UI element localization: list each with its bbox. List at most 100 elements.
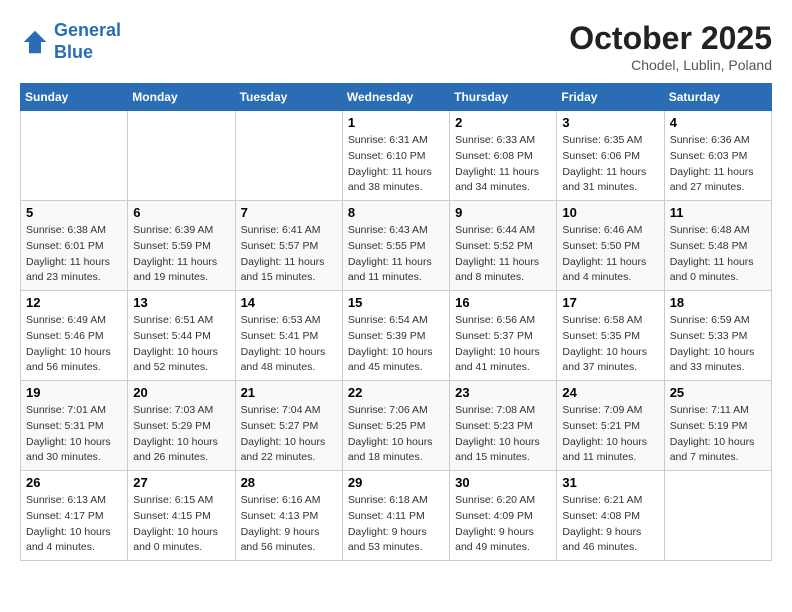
day-number: 24	[562, 385, 658, 400]
day-cell-11: 11 Sunrise: 6:48 AMSunset: 5:48 PMDayligh…	[664, 201, 771, 291]
day-cell-4: 4 Sunrise: 6:36 AMSunset: 6:03 PMDaylight…	[664, 111, 771, 201]
day-number: 30	[455, 475, 551, 490]
week-row-2: 5 Sunrise: 6:38 AMSunset: 6:01 PMDaylight…	[21, 201, 772, 291]
week-row-1: 1 Sunrise: 6:31 AMSunset: 6:10 PMDaylight…	[21, 111, 772, 201]
month-title: October 2025	[569, 20, 772, 57]
day-info: Sunrise: 6:58 AMSunset: 5:35 PMDaylight:…	[562, 313, 658, 376]
day-info: Sunrise: 6:49 AMSunset: 5:46 PMDaylight:…	[26, 313, 122, 376]
day-info: Sunrise: 7:03 AMSunset: 5:29 PMDaylight:…	[133, 403, 229, 466]
day-info: Sunrise: 6:15 AMSunset: 4:15 PMDaylight:…	[133, 493, 229, 556]
day-number: 2	[455, 115, 551, 130]
weekday-header-thursday: Thursday	[450, 84, 557, 111]
day-info: Sunrise: 7:06 AMSunset: 5:25 PMDaylight:…	[348, 403, 444, 466]
day-number: 3	[562, 115, 658, 130]
day-info: Sunrise: 6:48 AMSunset: 5:48 PMDaylight:…	[670, 223, 766, 286]
day-cell-21: 21Sunrise: 7:04 AMSunset: 5:27 PMDayligh…	[235, 381, 342, 471]
day-cell-15: 15 Sunrise: 6:54 AMSunset: 5:39 PMDayligh…	[342, 291, 449, 381]
day-cell-3: 3 Sunrise: 6:35 AMSunset: 6:06 PMDaylight…	[557, 111, 664, 201]
day-number: 28	[241, 475, 337, 490]
day-info: Sunrise: 6:33 AMSunset: 6:08 PMDaylight:…	[455, 133, 551, 196]
day-cell-23: 23Sunrise: 7:08 AMSunset: 5:23 PMDayligh…	[450, 381, 557, 471]
day-info: Sunrise: 6:51 AMSunset: 5:44 PMDaylight:…	[133, 313, 229, 376]
day-cell-14: 14Sunrise: 6:53 AMSunset: 5:41 PMDayligh…	[235, 291, 342, 381]
day-cell-28: 28 Sunrise: 6:16 AMSunset: 4:13 PMDayligh…	[235, 471, 342, 561]
day-info: Sunrise: 6:39 AMSunset: 5:59 PMDaylight:…	[133, 223, 229, 286]
day-info: Sunrise: 6:53 AMSunset: 5:41 PMDaylight:…	[241, 313, 337, 376]
day-number: 11	[670, 205, 766, 220]
day-number: 6	[133, 205, 229, 220]
day-number: 9	[455, 205, 551, 220]
day-info: Sunrise: 6:59 AMSunset: 5:33 PMDaylight:…	[670, 313, 766, 376]
day-number: 29	[348, 475, 444, 490]
day-cell-17: 17 Sunrise: 6:58 AMSunset: 5:35 PMDayligh…	[557, 291, 664, 381]
day-cell-19: 19Sunrise: 7:01 AMSunset: 5:31 PMDayligh…	[21, 381, 128, 471]
day-cell-29: 29 Sunrise: 6:18 AMSunset: 4:11 PMDayligh…	[342, 471, 449, 561]
day-number: 1	[348, 115, 444, 130]
day-number: 18	[670, 295, 766, 310]
day-cell-8: 8 Sunrise: 6:43 AMSunset: 5:55 PMDaylight…	[342, 201, 449, 291]
day-cell-20: 20Sunrise: 7:03 AMSunset: 5:29 PMDayligh…	[128, 381, 235, 471]
day-cell-18: 18 Sunrise: 6:59 AMSunset: 5:33 PMDayligh…	[664, 291, 771, 381]
day-info: Sunrise: 6:16 AMSunset: 4:13 PMDaylight:…	[241, 493, 337, 556]
day-cell-1: 1 Sunrise: 6:31 AMSunset: 6:10 PMDaylight…	[342, 111, 449, 201]
day-cell-9: 9 Sunrise: 6:44 AMSunset: 5:52 PMDaylight…	[450, 201, 557, 291]
weekday-header-friday: Friday	[557, 84, 664, 111]
day-info: Sunrise: 6:54 AMSunset: 5:39 PMDaylight:…	[348, 313, 444, 376]
day-info: Sunrise: 6:43 AMSunset: 5:55 PMDaylight:…	[348, 223, 444, 286]
day-cell-16: 16Sunrise: 6:56 AMSunset: 5:37 PMDayligh…	[450, 291, 557, 381]
day-number: 31	[562, 475, 658, 490]
title-block: October 2025 Chodel, Lublin, Poland	[569, 20, 772, 73]
day-number: 8	[348, 205, 444, 220]
day-info: Sunrise: 7:09 AMSunset: 5:21 PMDaylight:…	[562, 403, 658, 466]
day-info: Sunrise: 7:04 AMSunset: 5:27 PMDaylight:…	[241, 403, 337, 466]
logo: General Blue	[20, 20, 121, 63]
day-number: 10	[562, 205, 658, 220]
day-number: 17	[562, 295, 658, 310]
logo-text: General Blue	[54, 20, 121, 63]
day-number: 7	[241, 205, 337, 220]
day-number: 26	[26, 475, 122, 490]
day-info: Sunrise: 6:31 AMSunset: 6:10 PMDaylight:…	[348, 133, 444, 196]
weekday-header-wednesday: Wednesday	[342, 84, 449, 111]
day-info: Sunrise: 6:20 AMSunset: 4:09 PMDaylight:…	[455, 493, 551, 556]
page-header: General Blue October 2025 Chodel, Lublin…	[20, 20, 772, 73]
day-number: 16	[455, 295, 551, 310]
day-info: Sunrise: 6:41 AMSunset: 5:57 PMDaylight:…	[241, 223, 337, 286]
calendar-table: SundayMondayTuesdayWednesdayThursdayFrid…	[20, 83, 772, 561]
week-row-3: 12 Sunrise: 6:49 AMSunset: 5:46 PMDayligh…	[21, 291, 772, 381]
day-cell-12: 12 Sunrise: 6:49 AMSunset: 5:46 PMDayligh…	[21, 291, 128, 381]
day-info: Sunrise: 7:01 AMSunset: 5:31 PMDaylight:…	[26, 403, 122, 466]
week-row-5: 26Sunrise: 6:13 AMSunset: 4:17 PMDayligh…	[21, 471, 772, 561]
day-number: 23	[455, 385, 551, 400]
day-cell-2: 2 Sunrise: 6:33 AMSunset: 6:08 PMDaylight…	[450, 111, 557, 201]
day-number: 22	[348, 385, 444, 400]
day-number: 15	[348, 295, 444, 310]
weekday-header-sunday: Sunday	[21, 84, 128, 111]
day-number: 25	[670, 385, 766, 400]
day-info: Sunrise: 6:46 AMSunset: 5:50 PMDaylight:…	[562, 223, 658, 286]
day-number: 12	[26, 295, 122, 310]
day-info: Sunrise: 6:38 AMSunset: 6:01 PMDaylight:…	[26, 223, 122, 286]
day-info: Sunrise: 6:44 AMSunset: 5:52 PMDaylight:…	[455, 223, 551, 286]
day-number: 13	[133, 295, 229, 310]
weekday-header-saturday: Saturday	[664, 84, 771, 111]
week-row-4: 19Sunrise: 7:01 AMSunset: 5:31 PMDayligh…	[21, 381, 772, 471]
day-cell-26: 26Sunrise: 6:13 AMSunset: 4:17 PMDayligh…	[21, 471, 128, 561]
day-info: Sunrise: 6:35 AMSunset: 6:06 PMDaylight:…	[562, 133, 658, 196]
weekday-header-tuesday: Tuesday	[235, 84, 342, 111]
empty-cell	[235, 111, 342, 201]
day-number: 27	[133, 475, 229, 490]
day-number: 4	[670, 115, 766, 130]
day-cell-5: 5 Sunrise: 6:38 AMSunset: 6:01 PMDaylight…	[21, 201, 128, 291]
empty-cell	[664, 471, 771, 561]
day-info: Sunrise: 6:18 AMSunset: 4:11 PMDaylight:…	[348, 493, 444, 556]
location: Chodel, Lublin, Poland	[569, 57, 772, 73]
day-info: Sunrise: 6:36 AMSunset: 6:03 PMDaylight:…	[670, 133, 766, 196]
weekday-header-row: SundayMondayTuesdayWednesdayThursdayFrid…	[21, 84, 772, 111]
day-info: Sunrise: 6:21 AMSunset: 4:08 PMDaylight:…	[562, 493, 658, 556]
day-number: 5	[26, 205, 122, 220]
empty-cell	[128, 111, 235, 201]
weekday-header-monday: Monday	[128, 84, 235, 111]
day-cell-27: 27 Sunrise: 6:15 AMSunset: 4:15 PMDayligh…	[128, 471, 235, 561]
day-cell-31: 31 Sunrise: 6:21 AMSunset: 4:08 PMDayligh…	[557, 471, 664, 561]
